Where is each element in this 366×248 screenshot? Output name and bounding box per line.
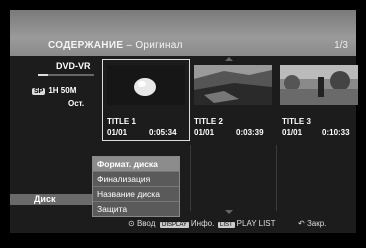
tv-frame: СОДЕРЖАНИЕ – Оригинал 1/3 DVD-VR SP 1Н 50… (0, 0, 366, 248)
media-type: DVD-VR (56, 61, 91, 71)
title-card-1[interactable]: TITLE 1 01/01 0:05:34 (102, 59, 190, 141)
footer-help-bar: ⊙ Ввод DISPLAY Инфо. LIST PLAY LIST ↶ Закр… (10, 215, 356, 233)
golf-thumbnail-image (280, 65, 358, 105)
title-thumbnail (280, 65, 358, 105)
title-main: СОДЕРЖАНИЕ (48, 40, 124, 51)
title-card-3[interactable]: TITLE 3 01/01 0:10:33 (280, 59, 360, 141)
close-hint: ↶ Закр. (298, 219, 326, 228)
disc-context-menu: Формат. диска Финализация Название диска… (92, 156, 180, 217)
grid-divider (190, 145, 191, 211)
close-label: Закр. (306, 219, 327, 228)
mode-badge: SP (32, 88, 46, 95)
disc-tab[interactable]: Диск (10, 194, 98, 205)
title-name: TITLE 2 (194, 117, 223, 126)
dvd-menu-screen: СОДЕРЖАНИЕ – Оригинал 1/3 DVD-VR SP 1Н 50… (10, 10, 358, 233)
menu-item-disc-name[interactable]: Название диска (93, 187, 179, 202)
grid-divider (276, 145, 277, 211)
title-separator: – (123, 40, 136, 51)
page-indicator: 1/3 (334, 40, 348, 51)
return-icon: ↶ (298, 219, 305, 228)
menu-item-format[interactable]: Формат. диска (93, 157, 179, 172)
playlist-label: PLAY LIST (236, 219, 276, 228)
landscape-thumbnail-image (194, 65, 272, 105)
title-chapter: 01/01 (194, 128, 215, 137)
mode-time: 1Н 50М (48, 86, 77, 95)
title-name: TITLE 3 (282, 117, 311, 126)
title-thumbnail (107, 65, 185, 105)
menu-item-protect[interactable]: Защита (93, 202, 179, 216)
title-sub: Оригинал (135, 40, 183, 51)
ball-thumbnail-image (107, 65, 185, 105)
enter-hint: ⊙ Ввод (128, 219, 155, 228)
title-chapter: 01/01 (282, 128, 303, 137)
enter-icon: ⊙ (128, 219, 135, 228)
scroll-down-icon[interactable] (225, 210, 233, 214)
list-button-icon: LIST (218, 222, 235, 228)
page-title: СОДЕРЖАНИЕ – Оригинал (48, 40, 183, 51)
menu-item-finalize[interactable]: Финализация (93, 172, 179, 187)
info-hint: DISPLAY Инфо. (160, 219, 214, 228)
record-mode: SP 1Н 50М (32, 86, 76, 95)
playlist-hint: LIST PLAY LIST (218, 219, 276, 228)
title-chapter: 01/01 (107, 128, 128, 137)
info-label: Инфо. (190, 219, 215, 228)
header-bar: СОДЕРЖАНИЕ – Оригинал 1/3 (10, 10, 356, 56)
disc-usage-bar (38, 74, 94, 76)
display-button-icon: DISPLAY (160, 222, 189, 228)
title-card-2[interactable]: TITLE 2 01/01 0:03:39 (194, 59, 274, 141)
disc-info-panel: DVD-VR SP 1Н 50М Ост. Диск (10, 56, 98, 233)
title-time: 0:05:34 (149, 128, 177, 137)
enter-label: Ввод (136, 219, 156, 228)
title-thumbnail (194, 65, 272, 105)
disc-usage-fill (38, 74, 49, 76)
disc-tab-label: Диск (34, 194, 56, 204)
remain-label: Ост. (68, 99, 85, 108)
title-time: 0:10:33 (322, 128, 350, 137)
title-time: 0:03:39 (236, 128, 264, 137)
title-name: TITLE 1 (107, 117, 136, 126)
